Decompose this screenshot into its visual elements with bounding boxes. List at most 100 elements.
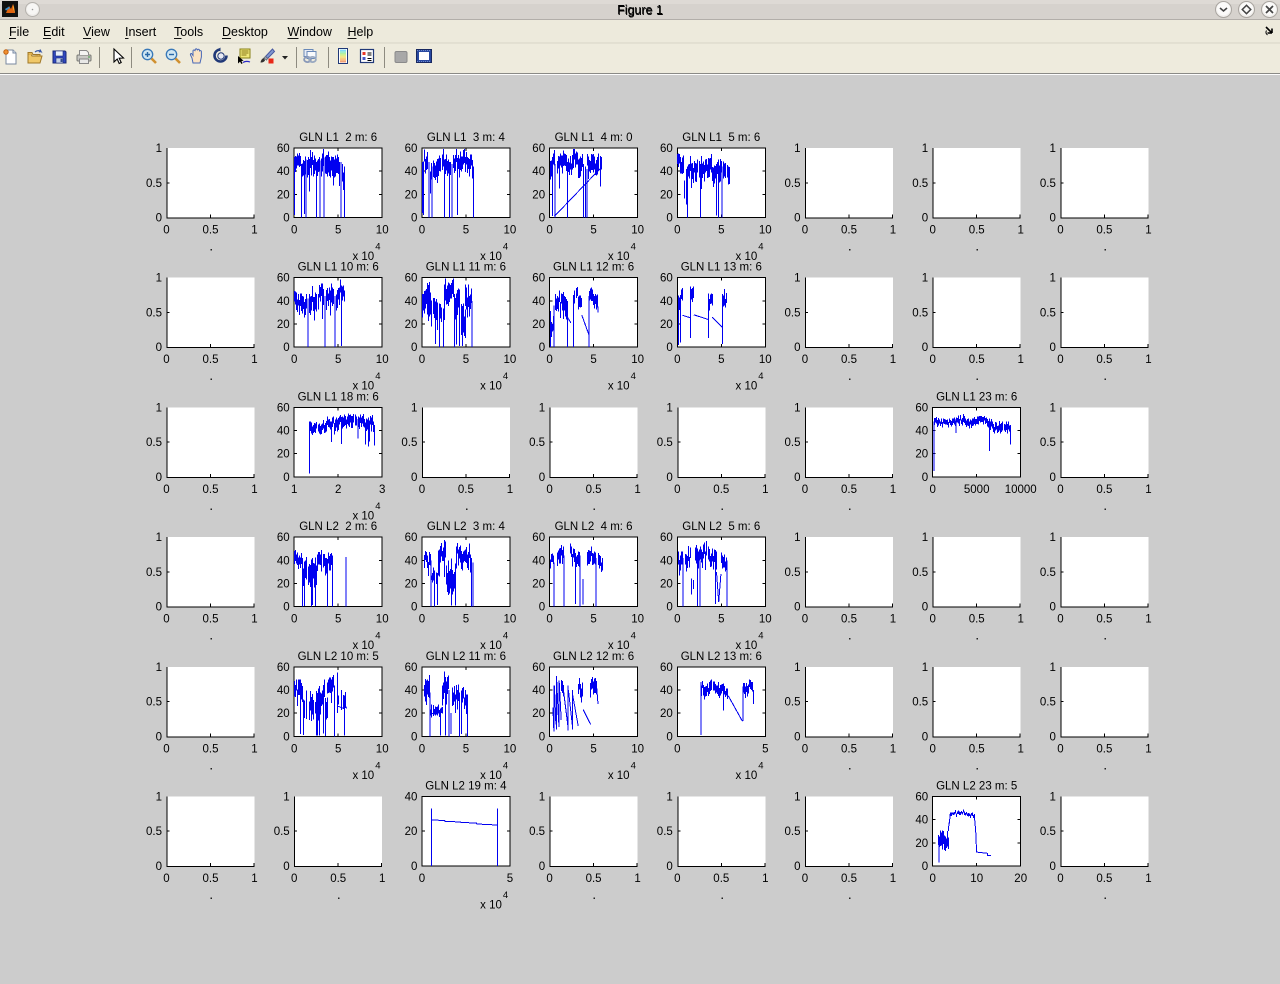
svg-text:0: 0 (929, 873, 935, 885)
svg-text:0: 0 (163, 225, 169, 237)
svg-text:0.5: 0.5 (657, 437, 673, 449)
svg-text:1: 1 (251, 614, 257, 626)
svg-text:5: 5 (335, 614, 341, 626)
svg-text:40: 40 (660, 555, 673, 567)
svg-text:0: 0 (1057, 614, 1063, 626)
svg-text:0: 0 (283, 602, 289, 614)
svg-text:4: 4 (503, 242, 508, 253)
svg-text:1: 1 (1017, 354, 1023, 366)
svg-text:4: 4 (758, 631, 763, 642)
svg-text:0: 0 (794, 602, 800, 614)
svg-text:GLN L1 2 m: 6: GLN L1 2 m: 6 (299, 132, 377, 144)
svg-text:x 10: x 10 (352, 770, 374, 782)
svg-text:0: 0 (283, 731, 289, 743)
svg-text:20: 20 (1014, 873, 1027, 885)
svg-text:1: 1 (156, 532, 162, 544)
svg-text:10: 10 (759, 614, 772, 626)
svg-text:10: 10 (504, 225, 517, 237)
svg-text:10: 10 (631, 743, 644, 755)
svg-text:10: 10 (376, 743, 389, 755)
svg-text:5: 5 (463, 225, 469, 237)
svg-text:1: 1 (922, 273, 928, 285)
svg-text:1: 1 (890, 614, 896, 626)
svg-text:GLN L2 19 m: 4: GLN L2 19 m: 4 (425, 781, 507, 793)
svg-text:GLN L2 12 m: 6: GLN L2 12 m: 6 (553, 651, 634, 663)
svg-text:20: 20 (277, 578, 290, 590)
svg-text:40: 40 (277, 166, 290, 178)
svg-text:0: 0 (539, 731, 545, 743)
svg-text:Insert: Insert (125, 25, 157, 39)
svg-text:1: 1 (634, 484, 640, 496)
svg-text:0: 0 (1057, 743, 1063, 755)
svg-text:GLN L1 18 m: 6: GLN L1 18 m: 6 (298, 391, 379, 403)
svg-text:10: 10 (631, 225, 644, 237)
svg-text:0: 0 (283, 861, 289, 873)
svg-text:1: 1 (411, 402, 417, 414)
svg-text:5: 5 (590, 225, 596, 237)
svg-text:4: 4 (758, 242, 763, 253)
svg-text:0.5: 0.5 (203, 614, 219, 626)
svg-text:60: 60 (532, 662, 545, 674)
svg-text:60: 60 (405, 532, 418, 544)
svg-text:0: 0 (283, 472, 289, 484)
svg-text:5: 5 (718, 225, 724, 237)
svg-text:File: File (9, 25, 29, 39)
svg-text:5: 5 (335, 354, 341, 366)
svg-text:40: 40 (277, 296, 290, 308)
svg-text:40: 40 (277, 685, 290, 697)
svg-text:1: 1 (666, 402, 672, 414)
svg-text:0: 0 (922, 731, 928, 743)
svg-text:x 10: x 10 (480, 900, 502, 912)
svg-text:0.5: 0.5 (529, 437, 545, 449)
svg-text:0.5: 0.5 (586, 484, 602, 496)
svg-text:1: 1 (794, 662, 800, 674)
svg-text:20: 20 (405, 578, 418, 590)
svg-text:0: 0 (291, 743, 297, 755)
svg-text:0: 0 (1057, 354, 1063, 366)
svg-text:View: View (83, 25, 111, 39)
svg-text:40: 40 (405, 555, 418, 567)
svg-text:1: 1 (156, 402, 162, 414)
svg-text:4: 4 (503, 760, 508, 771)
svg-text:1: 1 (890, 225, 896, 237)
svg-text:1: 1 (1049, 532, 1055, 544)
svg-text:0: 0 (156, 213, 162, 225)
svg-text:1: 1 (794, 402, 800, 414)
svg-text:5: 5 (590, 743, 596, 755)
svg-text:1: 1 (251, 743, 257, 755)
svg-text:0: 0 (539, 472, 545, 484)
svg-text:0: 0 (419, 484, 425, 496)
svg-text:60: 60 (277, 532, 290, 544)
svg-text:0.5: 0.5 (586, 873, 602, 885)
svg-text:0.5: 0.5 (330, 873, 346, 885)
svg-text:60: 60 (277, 273, 290, 285)
svg-text:0.5: 0.5 (146, 567, 162, 579)
svg-text:GLN L1 23 m: 6: GLN L1 23 m: 6 (936, 391, 1017, 403)
svg-text:0: 0 (283, 342, 289, 354)
svg-text:20: 20 (277, 449, 290, 461)
svg-text:10: 10 (504, 614, 517, 626)
svg-text:1: 1 (1049, 662, 1055, 674)
svg-text:40: 40 (405, 166, 418, 178)
svg-text:0: 0 (1049, 213, 1055, 225)
svg-text:0: 0 (929, 354, 935, 366)
svg-text:60: 60 (277, 662, 290, 674)
svg-text:0: 0 (156, 861, 162, 873)
svg-text:1: 1 (1145, 873, 1151, 885)
svg-text:5: 5 (507, 873, 513, 885)
svg-text:1: 1 (762, 873, 768, 885)
svg-text:GLN L1 10 m: 6: GLN L1 10 m: 6 (298, 262, 379, 274)
svg-text:0: 0 (411, 602, 417, 614)
svg-text:0: 0 (922, 342, 928, 354)
svg-text:4: 4 (503, 890, 508, 901)
svg-text:1: 1 (922, 662, 928, 674)
svg-text:0.5: 0.5 (1040, 826, 1056, 838)
svg-text:3: 3 (379, 484, 385, 496)
svg-text:40: 40 (660, 166, 673, 178)
svg-text:20: 20 (532, 578, 545, 590)
svg-text:x 10: x 10 (736, 381, 758, 393)
svg-text:0: 0 (163, 614, 169, 626)
svg-text:0: 0 (802, 484, 808, 496)
svg-text:0.5: 0.5 (146, 307, 162, 319)
svg-text:0: 0 (539, 861, 545, 873)
